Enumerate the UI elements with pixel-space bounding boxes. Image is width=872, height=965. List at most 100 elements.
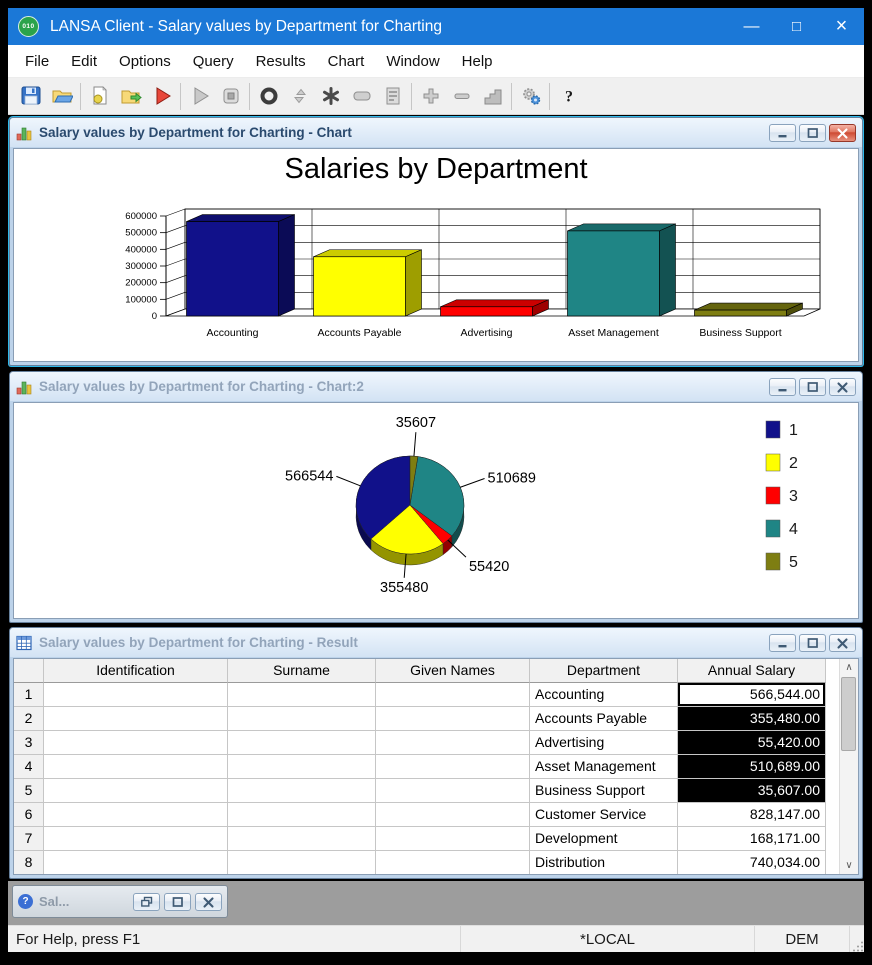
surname-cell[interactable] <box>228 851 376 874</box>
row-number-cell[interactable]: 6 <box>14 803 44 827</box>
minimize-button[interactable]: — <box>729 8 774 45</box>
department-cell[interactable]: Accounting <box>530 683 678 707</box>
menu-item-window[interactable]: Window <box>375 45 450 77</box>
menu-item-file[interactable]: File <box>14 45 60 77</box>
maximize-button[interactable] <box>799 123 826 142</box>
menu-item-chart[interactable]: Chart <box>317 45 376 77</box>
given-names-cell[interactable] <box>376 827 530 851</box>
maximize-button[interactable] <box>799 633 826 652</box>
chart-window-titlebar[interactable]: Salary values by Department for Charting… <box>10 118 862 147</box>
surname-cell[interactable] <box>228 803 376 827</box>
table-scrollbar[interactable]: ∧ ∨ <box>839 659 858 874</box>
given-names-cell[interactable] <box>376 851 530 874</box>
close-button[interactable] <box>829 633 856 652</box>
remove-button[interactable] <box>446 82 477 110</box>
chart-steps-button[interactable] <box>477 82 508 110</box>
row-number-cell[interactable]: 2 <box>14 707 44 731</box>
surname-cell[interactable] <box>228 827 376 851</box>
minimize-button[interactable] <box>769 633 796 652</box>
minimized-window[interactable]: ? Sal... <box>12 885 228 918</box>
scroll-down-icon[interactable]: ∨ <box>840 857 858 874</box>
row-number-cell[interactable]: 1 <box>14 683 44 707</box>
maximize-button[interactable] <box>799 377 826 396</box>
department-cell[interactable]: Advertising <box>530 731 678 755</box>
identification-cell[interactable] <box>44 683 228 707</box>
surname-cell[interactable] <box>228 779 376 803</box>
annual-salary-cell[interactable]: 740,034.00 <box>678 851 826 874</box>
column-header[interactable]: Surname <box>228 659 376 683</box>
menu-item-help[interactable]: Help <box>451 45 504 77</box>
given-names-cell[interactable] <box>376 707 530 731</box>
close-button[interactable]: × <box>819 8 864 45</box>
department-cell[interactable]: Asset Management <box>530 755 678 779</box>
given-names-cell[interactable] <box>376 803 530 827</box>
given-names-cell[interactable] <box>376 731 530 755</box>
save-button[interactable] <box>15 82 46 110</box>
stop-button[interactable] <box>215 82 246 110</box>
minimize-button[interactable] <box>769 377 796 396</box>
annual-salary-cell[interactable]: 35,607.00 <box>678 779 826 803</box>
play-button[interactable] <box>184 82 215 110</box>
annual-salary-cell[interactable]: 828,147.00 <box>678 803 826 827</box>
asterisk-button[interactable] <box>315 82 346 110</box>
column-header[interactable]: Department <box>530 659 678 683</box>
surname-cell[interactable] <box>228 707 376 731</box>
row-number-cell[interactable]: 7 <box>14 827 44 851</box>
help-button[interactable]: ? <box>553 82 584 110</box>
column-header[interactable]: Identification <box>44 659 228 683</box>
given-names-cell[interactable] <box>376 683 530 707</box>
record-button[interactable] <box>253 82 284 110</box>
chart2-window-titlebar[interactable]: Salary values by Department for Charting… <box>10 372 862 401</box>
row-number-cell[interactable]: 3 <box>14 731 44 755</box>
menu-item-options[interactable]: Options <box>108 45 182 77</box>
department-cell[interactable]: Distribution <box>530 851 678 874</box>
add-button[interactable] <box>415 82 446 110</box>
annual-salary-cell[interactable]: 168,171.00 <box>678 827 826 851</box>
open-button[interactable] <box>46 82 77 110</box>
column-header[interactable]: Given Names <box>376 659 530 683</box>
restore-button[interactable] <box>133 892 160 911</box>
minimize-button[interactable] <box>769 123 796 142</box>
identification-cell[interactable] <box>44 755 228 779</box>
report-button[interactable] <box>377 82 408 110</box>
given-names-cell[interactable] <box>376 779 530 803</box>
row-number-cell[interactable]: 5 <box>14 779 44 803</box>
maximize-button[interactable]: □ <box>774 8 819 45</box>
identification-cell[interactable] <box>44 707 228 731</box>
department-cell[interactable]: Accounts Payable <box>530 707 678 731</box>
column-header[interactable]: Annual Salary <box>678 659 826 683</box>
department-cell[interactable]: Business Support <box>530 779 678 803</box>
department-cell[interactable]: Development <box>530 827 678 851</box>
menu-item-query[interactable]: Query <box>182 45 245 77</box>
annual-salary-cell[interactable]: 55,420.00 <box>678 731 826 755</box>
surname-cell[interactable] <box>228 755 376 779</box>
identification-cell[interactable] <box>44 851 228 874</box>
identification-cell[interactable] <box>44 803 228 827</box>
row-number-cell[interactable]: 4 <box>14 755 44 779</box>
identification-cell[interactable] <box>44 731 228 755</box>
close-button[interactable] <box>829 123 856 142</box>
annual-salary-cell[interactable]: 510,689.00 <box>678 755 826 779</box>
surname-cell[interactable] <box>228 731 376 755</box>
scrollbar-thumb[interactable] <box>841 677 856 751</box>
annual-salary-cell[interactable]: 355,480.00 <box>678 707 826 731</box>
scroll-up-icon[interactable]: ∧ <box>840 659 858 676</box>
main-titlebar[interactable]: 010 LANSA Client - Salary values by Depa… <box>8 8 864 45</box>
identification-cell[interactable] <box>44 779 228 803</box>
identification-cell[interactable] <box>44 827 228 851</box>
new-document-button[interactable] <box>84 82 115 110</box>
maximize-button[interactable] <box>164 892 191 911</box>
close-button[interactable] <box>195 892 222 911</box>
annual-salary-cell[interactable]: 566,544.00 <box>678 683 826 707</box>
gears-button[interactable] <box>515 82 546 110</box>
resize-grip[interactable] <box>849 926 864 952</box>
row-number-header[interactable] <box>14 659 44 683</box>
sort-arrows-button[interactable] <box>284 82 315 110</box>
result-window-titlebar[interactable]: Salary values by Department for Charting… <box>10 628 862 657</box>
surname-cell[interactable] <box>228 683 376 707</box>
given-names-cell[interactable] <box>376 755 530 779</box>
open-folder-button[interactable] <box>115 82 146 110</box>
menu-item-edit[interactable]: Edit <box>60 45 108 77</box>
row-number-cell[interactable]: 8 <box>14 851 44 874</box>
department-cell[interactable]: Customer Service <box>530 803 678 827</box>
